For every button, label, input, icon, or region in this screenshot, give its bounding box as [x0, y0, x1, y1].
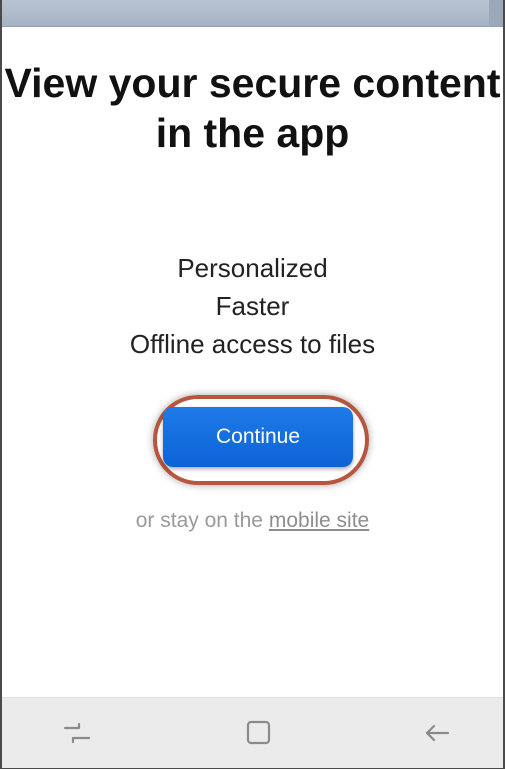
phone-screen: View your secure content in the app Pers…: [0, 0, 505, 769]
feature-item: Personalized: [177, 253, 328, 283]
mobile-site-link[interactable]: mobile site: [269, 509, 369, 532]
back-arrow-icon[interactable]: [417, 717, 457, 749]
top-strip-edge: [489, 0, 503, 26]
home-icon[interactable]: [239, 717, 279, 749]
continue-button[interactable]: Continue: [163, 407, 353, 467]
recent-apps-icon[interactable]: [59, 717, 99, 749]
stay-on-mobile-text: or stay on the mobile site: [2, 509, 503, 533]
feature-list: Personalized Faster Offline access to fi…: [2, 249, 503, 363]
stay-prefix: or stay on the: [135, 509, 263, 532]
feature-item: Offline access to files: [129, 329, 376, 359]
system-nav-bar: [2, 697, 503, 768]
top-status-strip: [2, 0, 503, 27]
page-title: View your secure content in the app: [4, 60, 501, 156]
feature-item: Faster: [215, 291, 290, 321]
